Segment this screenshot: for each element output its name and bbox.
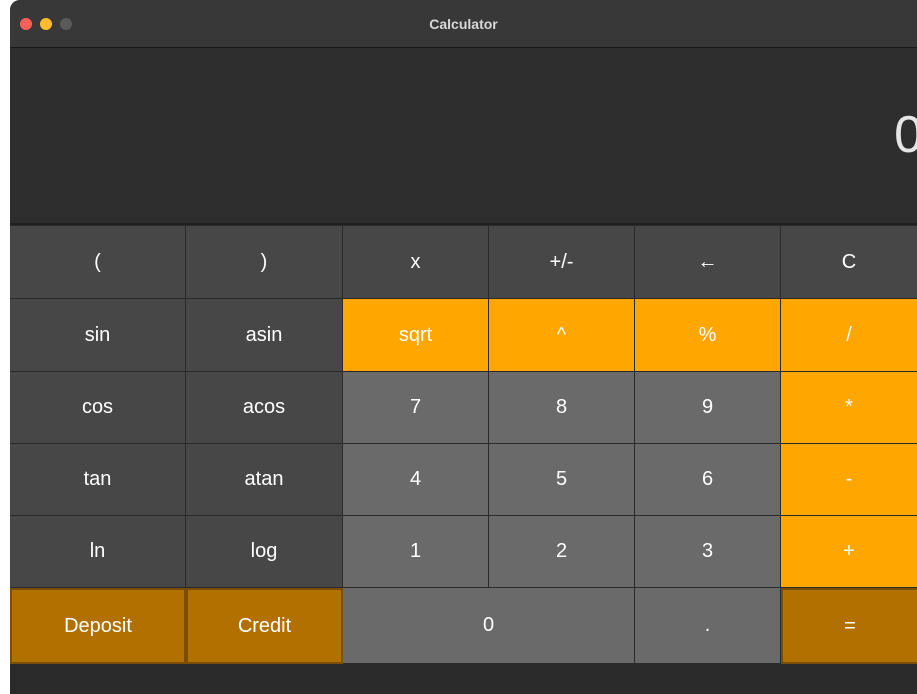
plus-button[interactable]: +	[781, 516, 917, 588]
calculator-window: Calculator 0 ( ) x +/- ← C sin asin sqrt…	[10, 0, 917, 694]
open-paren-button[interactable]: (	[10, 226, 186, 299]
clear-button[interactable]: C	[781, 226, 917, 299]
nine-button[interactable]: 9	[635, 372, 781, 444]
one-button[interactable]: 1	[343, 516, 489, 588]
plus-minus-button[interactable]: +/-	[489, 226, 635, 299]
keypad: ( ) x +/- ← C sin asin sqrt ^ % / cos ac…	[10, 226, 917, 664]
seven-button[interactable]: 7	[343, 372, 489, 444]
title-bar: Calculator	[10, 0, 917, 48]
acos-button[interactable]: acos	[186, 372, 343, 444]
backspace-button[interactable]: ←	[635, 226, 781, 299]
multiply-button[interactable]: *	[781, 372, 917, 444]
window-title: Calculator	[429, 16, 498, 32]
zero-button[interactable]: 0	[343, 588, 635, 664]
cos-button[interactable]: cos	[10, 372, 186, 444]
power-button[interactable]: ^	[489, 299, 635, 372]
eight-button[interactable]: 8	[489, 372, 635, 444]
log-button[interactable]: log	[186, 516, 343, 588]
percent-button[interactable]: %	[635, 299, 781, 372]
ln-button[interactable]: ln	[10, 516, 186, 588]
decimal-button[interactable]: .	[635, 588, 781, 664]
sqrt-button[interactable]: sqrt	[343, 299, 489, 372]
tan-button[interactable]: tan	[10, 444, 186, 516]
result-display: 0	[10, 48, 917, 225]
two-button[interactable]: 2	[489, 516, 635, 588]
credit-button[interactable]: Credit	[186, 588, 343, 664]
close-paren-button[interactable]: )	[186, 226, 343, 299]
six-button[interactable]: 6	[635, 444, 781, 516]
three-button[interactable]: 3	[635, 516, 781, 588]
sin-button[interactable]: sin	[10, 299, 186, 372]
equals-button[interactable]: =	[781, 588, 917, 664]
bottom-strip	[10, 664, 917, 694]
deposit-button[interactable]: Deposit	[10, 588, 186, 664]
four-button[interactable]: 4	[343, 444, 489, 516]
divide-button[interactable]: /	[781, 299, 917, 372]
minus-button[interactable]: -	[781, 444, 917, 516]
display-value: 0	[894, 106, 917, 164]
asin-button[interactable]: asin	[186, 299, 343, 372]
five-button[interactable]: 5	[489, 444, 635, 516]
x-button[interactable]: x	[343, 226, 489, 299]
atan-button[interactable]: atan	[186, 444, 343, 516]
